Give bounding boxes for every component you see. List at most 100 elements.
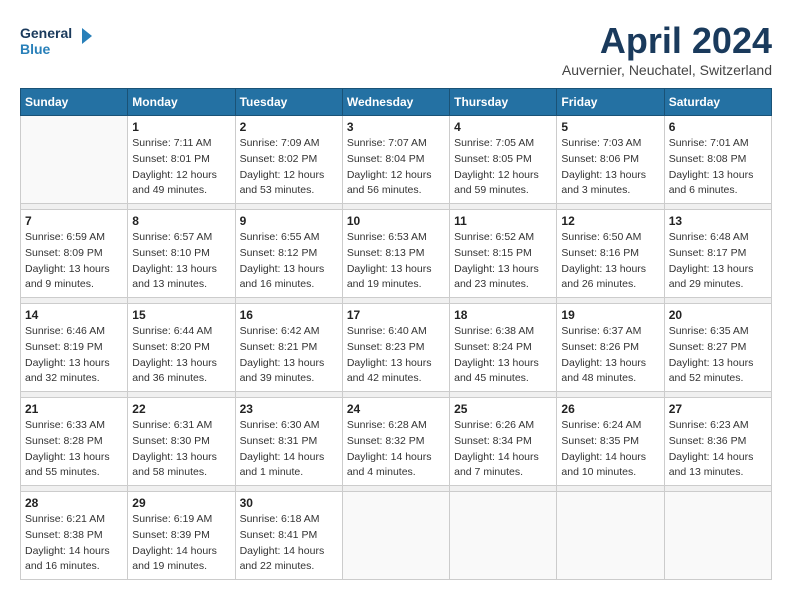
day-info: Sunrise: 6:55 AM Sunset: 8:12 PM Dayligh… <box>240 230 338 293</box>
calendar-cell: 11Sunrise: 6:52 AM Sunset: 8:15 PM Dayli… <box>450 210 557 298</box>
calendar-cell: 29 Sunrise: 6:19 AM Sunset: 8:39 PM Dayli… <box>128 492 235 580</box>
calendar-cell: 2 Sunrise: 7:09 AM Sunset: 8:02 PM Daylig… <box>235 116 342 204</box>
calendar-week-3: 14 Sunrise: 6:46 AM Sunset: 8:19 PM Dayli… <box>21 304 772 392</box>
calendar-cell: 25 Sunrise: 6:26 AM Sunset: 8:34 PM Dayli… <box>450 398 557 486</box>
day-number: 26 <box>561 402 659 416</box>
day-info: Sunrise: 6:48 AM Sunset: 8:17 PM Dayligh… <box>669 230 767 293</box>
logo: General Blue <box>20 20 100 70</box>
calendar-cell <box>557 492 664 580</box>
day-info: Sunrise: 6:28 AM Sunset: 8:32 PM Dayligh… <box>347 418 445 481</box>
calendar-cell <box>342 492 449 580</box>
day-number: 29 <box>132 496 230 510</box>
day-info: Sunrise: 6:50 AM Sunset: 8:16 PM Dayligh… <box>561 230 659 293</box>
calendar-cell <box>21 116 128 204</box>
calendar-cell: 18 Sunrise: 6:38 AM Sunset: 8:24 PM Dayli… <box>450 304 557 392</box>
day-info: Sunrise: 6:35 AM Sunset: 8:27 PM Dayligh… <box>669 324 767 387</box>
calendar-cell: 14 Sunrise: 6:46 AM Sunset: 8:19 PM Dayli… <box>21 304 128 392</box>
day-header-monday: Monday <box>128 89 235 116</box>
day-number: 13 <box>669 214 767 228</box>
day-number: 14 <box>25 308 123 322</box>
svg-text:General: General <box>20 25 72 41</box>
day-number: 18 <box>454 308 552 322</box>
calendar-table: SundayMondayTuesdayWednesdayThursdayFrid… <box>20 88 772 580</box>
day-info: Sunrise: 7:09 AM Sunset: 8:02 PM Dayligh… <box>240 136 338 199</box>
calendar-header-row: SundayMondayTuesdayWednesdayThursdayFrid… <box>21 89 772 116</box>
day-number: 4 <box>454 120 552 134</box>
day-number: 16 <box>240 308 338 322</box>
calendar-cell: 20 Sunrise: 6:35 AM Sunset: 8:27 PM Dayli… <box>664 304 771 392</box>
day-number: 6 <box>669 120 767 134</box>
day-info: Sunrise: 6:23 AM Sunset: 8:36 PM Dayligh… <box>669 418 767 481</box>
day-info: Sunrise: 6:57 AM Sunset: 8:10 PM Dayligh… <box>132 230 230 293</box>
day-number: 17 <box>347 308 445 322</box>
calendar-week-5: 28 Sunrise: 6:21 AM Sunset: 8:38 PM Dayli… <box>21 492 772 580</box>
day-number: 15 <box>132 308 230 322</box>
day-info: Sunrise: 6:38 AM Sunset: 8:24 PM Dayligh… <box>454 324 552 387</box>
day-info: Sunrise: 6:19 AM Sunset: 8:39 PM Dayligh… <box>132 512 230 575</box>
calendar-cell: 27 Sunrise: 6:23 AM Sunset: 8:36 PM Dayli… <box>664 398 771 486</box>
day-info: Sunrise: 6:40 AM Sunset: 8:23 PM Dayligh… <box>347 324 445 387</box>
calendar-cell: 6Sunrise: 7:01 AM Sunset: 8:08 PM Daylig… <box>664 116 771 204</box>
day-number: 12 <box>561 214 659 228</box>
calendar-cell: 13 Sunrise: 6:48 AM Sunset: 8:17 PM Dayli… <box>664 210 771 298</box>
day-info: Sunrise: 6:33 AM Sunset: 8:28 PM Dayligh… <box>25 418 123 481</box>
day-number: 21 <box>25 402 123 416</box>
day-number: 8 <box>132 214 230 228</box>
svg-text:Blue: Blue <box>20 41 51 57</box>
day-number: 19 <box>561 308 659 322</box>
calendar-cell: 22Sunrise: 6:31 AM Sunset: 8:30 PM Dayli… <box>128 398 235 486</box>
day-number: 28 <box>25 496 123 510</box>
day-info: Sunrise: 6:46 AM Sunset: 8:19 PM Dayligh… <box>25 324 123 387</box>
day-info: Sunrise: 7:03 AM Sunset: 8:06 PM Dayligh… <box>561 136 659 199</box>
day-number: 3 <box>347 120 445 134</box>
calendar-cell: 3Sunrise: 7:07 AM Sunset: 8:04 PM Daylig… <box>342 116 449 204</box>
calendar-cell: 26 Sunrise: 6:24 AM Sunset: 8:35 PM Dayli… <box>557 398 664 486</box>
day-info: Sunrise: 6:26 AM Sunset: 8:34 PM Dayligh… <box>454 418 552 481</box>
month-title: April 2024 <box>562 20 772 62</box>
day-header-thursday: Thursday <box>450 89 557 116</box>
day-info: Sunrise: 6:42 AM Sunset: 8:21 PM Dayligh… <box>240 324 338 387</box>
day-number: 2 <box>240 120 338 134</box>
day-header-friday: Friday <box>557 89 664 116</box>
calendar-cell: 4 Sunrise: 7:05 AM Sunset: 8:05 PM Daylig… <box>450 116 557 204</box>
calendar-cell: 19 Sunrise: 6:37 AM Sunset: 8:26 PM Dayli… <box>557 304 664 392</box>
day-number: 9 <box>240 214 338 228</box>
day-number: 5 <box>561 120 659 134</box>
calendar-cell: 17 Sunrise: 6:40 AM Sunset: 8:23 PM Dayli… <box>342 304 449 392</box>
day-number: 27 <box>669 402 767 416</box>
day-info: Sunrise: 6:53 AM Sunset: 8:13 PM Dayligh… <box>347 230 445 293</box>
day-info: Sunrise: 7:05 AM Sunset: 8:05 PM Dayligh… <box>454 136 552 199</box>
day-info: Sunrise: 6:30 AM Sunset: 8:31 PM Dayligh… <box>240 418 338 481</box>
calendar-cell: 15 Sunrise: 6:44 AM Sunset: 8:20 PM Dayli… <box>128 304 235 392</box>
day-number: 22 <box>132 402 230 416</box>
day-number: 24 <box>347 402 445 416</box>
day-info: Sunrise: 6:18 AM Sunset: 8:41 PM Dayligh… <box>240 512 338 575</box>
day-info: Sunrise: 7:11 AM Sunset: 8:01 PM Dayligh… <box>132 136 230 199</box>
calendar-cell <box>450 492 557 580</box>
day-number: 20 <box>669 308 767 322</box>
calendar-week-2: 7Sunrise: 6:59 AM Sunset: 8:09 PM Daylig… <box>21 210 772 298</box>
calendar-cell: 7Sunrise: 6:59 AM Sunset: 8:09 PM Daylig… <box>21 210 128 298</box>
day-number: 10 <box>347 214 445 228</box>
calendar-cell: 10 Sunrise: 6:53 AM Sunset: 8:13 PM Dayli… <box>342 210 449 298</box>
calendar-cell: 23 Sunrise: 6:30 AM Sunset: 8:31 PM Dayli… <box>235 398 342 486</box>
day-number: 23 <box>240 402 338 416</box>
day-info: Sunrise: 6:44 AM Sunset: 8:20 PM Dayligh… <box>132 324 230 387</box>
logo-svg: General Blue <box>20 20 100 70</box>
calendar-cell: 16 Sunrise: 6:42 AM Sunset: 8:21 PM Dayli… <box>235 304 342 392</box>
calendar-cell: 12 Sunrise: 6:50 AM Sunset: 8:16 PM Dayli… <box>557 210 664 298</box>
day-number: 25 <box>454 402 552 416</box>
day-info: Sunrise: 6:37 AM Sunset: 8:26 PM Dayligh… <box>561 324 659 387</box>
calendar-cell: 30 Sunrise: 6:18 AM Sunset: 8:41 PM Dayli… <box>235 492 342 580</box>
calendar-cell: 24 Sunrise: 6:28 AM Sunset: 8:32 PM Dayli… <box>342 398 449 486</box>
day-header-saturday: Saturday <box>664 89 771 116</box>
day-info: Sunrise: 6:21 AM Sunset: 8:38 PM Dayligh… <box>25 512 123 575</box>
calendar-cell <box>664 492 771 580</box>
location: Auvernier, Neuchatel, Switzerland <box>562 62 772 78</box>
calendar-week-4: 21 Sunrise: 6:33 AM Sunset: 8:28 PM Dayli… <box>21 398 772 486</box>
title-block: April 2024 Auvernier, Neuchatel, Switzer… <box>562 20 772 78</box>
day-number: 30 <box>240 496 338 510</box>
day-header-wednesday: Wednesday <box>342 89 449 116</box>
day-info: Sunrise: 6:24 AM Sunset: 8:35 PM Dayligh… <box>561 418 659 481</box>
calendar-cell: 8 Sunrise: 6:57 AM Sunset: 8:10 PM Daylig… <box>128 210 235 298</box>
